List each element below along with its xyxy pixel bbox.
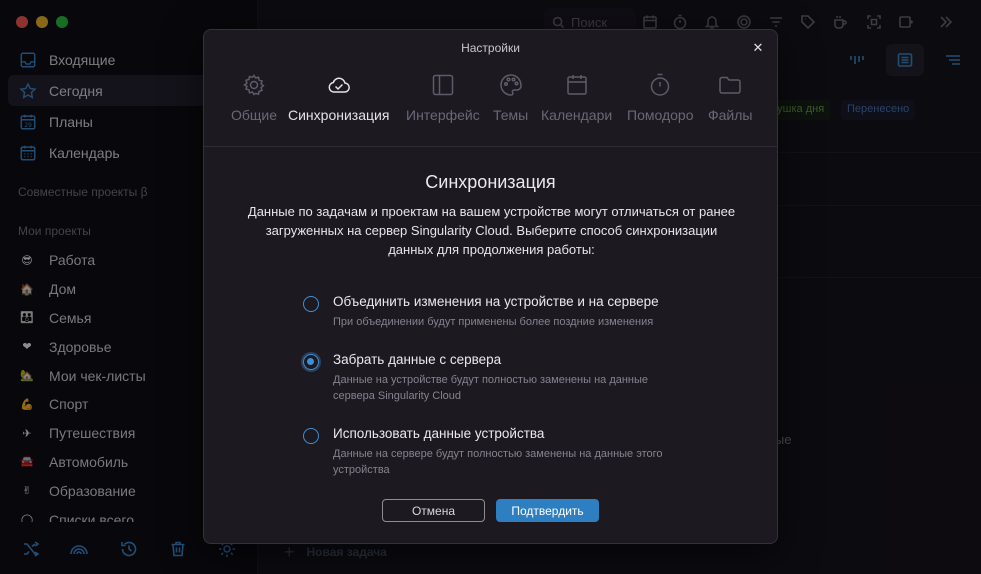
tab-themes[interactable]: Темы — [493, 70, 528, 123]
tab-sync[interactable]: Синхронизация — [288, 70, 389, 123]
tab-label: Синхронизация — [288, 107, 390, 123]
tab-label: Темы — [493, 107, 529, 123]
settings-dialog: Настройки ✕ Общие Синхронизация Интерфей… — [203, 29, 778, 544]
tab-pomodoro[interactable]: Помодоро — [627, 70, 693, 123]
confirm-button[interactable]: Подтвердить — [496, 499, 599, 522]
gear-icon — [239, 70, 269, 100]
cancel-button[interactable]: Отмена — [382, 499, 485, 522]
folder-icon — [715, 70, 745, 100]
tab-label: Интерфейс — [406, 107, 480, 123]
dialog-title: Настройки — [461, 41, 520, 55]
tab-label: Общие — [231, 107, 278, 123]
radio-button-checked[interactable] — [303, 354, 319, 370]
section-heading: Синхронизация — [425, 172, 556, 192]
settings-tabs: Общие Синхронизация Интерфейс Темы Кален… — [204, 70, 777, 130]
option-description: Данные на устройстве будут полностью зам… — [333, 374, 649, 402]
tab-general[interactable]: Общие — [231, 70, 277, 123]
tab-interface[interactable]: Интерфейс — [406, 70, 480, 123]
close-icon[interactable]: ✕ — [749, 39, 767, 57]
divider — [204, 146, 777, 147]
option-description: Данные на сервере будут полностью замене… — [333, 448, 663, 476]
option-title: Использовать данные устройства — [333, 426, 545, 441]
tab-label: Календари — [541, 107, 613, 123]
tab-calendars[interactable]: Календари — [541, 70, 612, 123]
option-title: Забрать данные с сервера — [333, 352, 502, 367]
radio-button[interactable] — [303, 428, 319, 444]
radio-button[interactable] — [303, 296, 319, 312]
palette-icon — [496, 70, 526, 100]
app-window: Входящие Сегодня 29 Планы Календарь Совм… — [0, 0, 981, 574]
option-description: При объединении будут применены более по… — [333, 316, 654, 328]
stopwatch-icon — [645, 70, 675, 100]
option-title: Объединить изменения на устройстве и на … — [333, 294, 659, 309]
tab-files[interactable]: Файлы — [708, 70, 752, 123]
section-description: Данные по задачам и проектам на вашем ус… — [247, 204, 736, 257]
calendar-icon — [562, 70, 592, 100]
layout-icon — [428, 70, 458, 100]
tab-label: Помодоро — [627, 107, 694, 123]
tab-label: Файлы — [708, 107, 753, 123]
cloud-check-icon — [324, 70, 354, 100]
